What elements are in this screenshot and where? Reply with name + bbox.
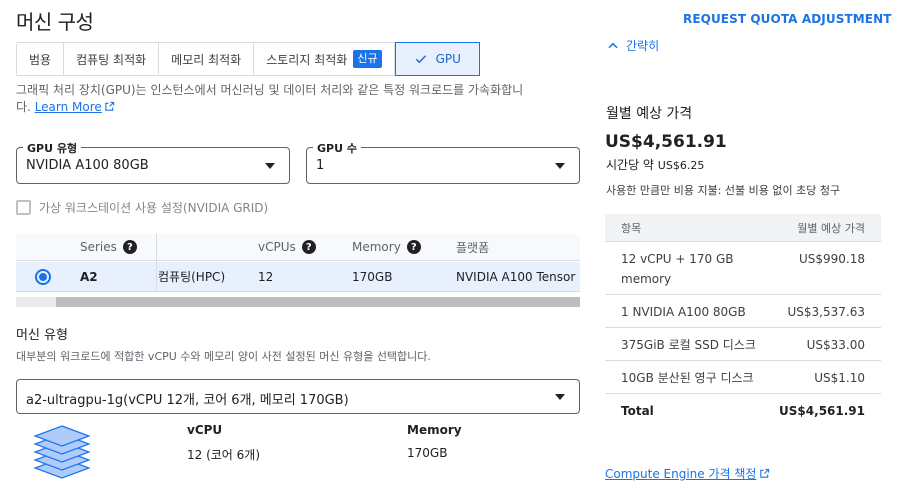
dropdown-arrow-icon: [265, 163, 275, 169]
column-label: Series: [80, 240, 117, 254]
tab-general-purpose[interactable]: 범용: [17, 43, 65, 75]
chevron-up-icon: [608, 42, 618, 48]
memory-cell: 170GB: [352, 269, 393, 284]
column-header-vcpus: vCPUs ?: [258, 234, 316, 260]
spec-memory-label: Memory: [407, 423, 462, 437]
column-label: vCPUs: [258, 240, 296, 254]
machine-type-description: 대부분의 워크로드에 적합한 vCPU 수와 메모리 양이 사전 설정된 머신 …: [16, 350, 431, 363]
virtual-workstation-checkbox[interactable]: [16, 200, 31, 215]
pricing-table-header: 항목 월별 예상 가격: [605, 214, 881, 242]
gpu-type-value: NVIDIA A100 80GB: [26, 158, 149, 173]
machine-type-value: a2-ultragpu-1g(vCPU 12개, 코어 6개, 메모리 170G…: [26, 393, 349, 408]
pricing-row: 10GB 분산된 영구 디스크 US$1.10: [605, 361, 881, 394]
pricing-item-label: 375GiB 로컬 SSD 디스크: [621, 338, 756, 352]
pricing-item-amount: US$33.00: [806, 338, 865, 352]
tab-memory-optimized[interactable]: 메모리 최적화: [159, 43, 255, 75]
external-link-icon: [760, 468, 770, 478]
column-header-estimate: 월별 예상 가격: [797, 221, 865, 235]
column-label: 플랫폼: [456, 240, 490, 255]
machine-family-tabs: 범용 컴퓨팅 최적화 메모리 최적화 스토리지 최적화 신규 GPU: [16, 42, 480, 76]
platform-cell: NVIDIA A100 Tensor: [456, 269, 576, 284]
collapse-toggle[interactable]: 간략히: [606, 37, 659, 54]
machine-type-select[interactable]: a2-ultragpu-1g(vCPU 12개, 코어 6개, 메모리 170G…: [16, 379, 580, 414]
collapse-label: 간략히: [626, 39, 660, 53]
request-quota-link[interactable]: REQUEST QUOTA ADJUSTMENT: [683, 12, 892, 26]
pricing-total-label: Total: [621, 404, 654, 418]
gpu-count-label: GPU 수: [313, 140, 361, 156]
pricing-item-amount: US$990.18: [798, 252, 865, 266]
series-radio[interactable]: [35, 268, 51, 285]
tab-gpu[interactable]: GPU: [394, 42, 480, 76]
series-table-header: Series ? vCPUs ? Memory ? 플랫폼: [16, 234, 580, 261]
page-title: 머신 구성: [16, 10, 94, 34]
spec-vcpu-value: 12 (코어 6개): [187, 448, 261, 462]
check-icon: [415, 55, 426, 64]
hourly-prefix: 시간당 약: [606, 158, 658, 172]
column-header-platform: 플랫폼: [456, 234, 489, 260]
pricing-row: 12 vCPU + 170 GB memory US$990.18: [605, 242, 881, 295]
pricing-total-amount: US$4,561.91: [779, 404, 865, 418]
virtual-workstation-label: 가상 워크스테이션 사용 설정(NVIDIA GRID): [39, 201, 269, 215]
pricing-link-label: Compute Engine 가격 책정: [605, 467, 757, 481]
column-header-series: Series ?: [80, 234, 137, 260]
pricing-item-label: 12 vCPU + 170 GB memory: [621, 252, 734, 286]
gpu-type-select[interactable]: GPU 유형 NVIDIA A100 80GB: [16, 140, 290, 184]
help-icon[interactable]: ?: [406, 240, 421, 254]
gpu-count-select[interactable]: GPU 수 1: [306, 140, 580, 184]
series-cell: A2: [80, 269, 98, 284]
dropdown-arrow-icon: [555, 163, 565, 169]
pricing-title: 월별 예상 가격: [606, 106, 693, 122]
category-cell: 컴퓨팅(HPC): [158, 270, 226, 284]
tab-label: GPU: [435, 52, 461, 66]
vcpus-cell: 12: [258, 269, 274, 284]
column-divider: [156, 234, 157, 291]
learn-more-link[interactable]: Learn More: [35, 100, 115, 114]
tab-label: 범용: [29, 52, 52, 67]
tab-storage-optimized[interactable]: 스토리지 최적화 신규: [254, 43, 395, 75]
learn-more-label: Learn More: [34, 100, 102, 114]
compute-engine-pricing-link[interactable]: Compute Engine 가격 책정: [605, 465, 770, 482]
spec-memory-value: 170GB: [407, 446, 448, 460]
pricing-item-amount: US$1.10: [814, 371, 865, 385]
spec-vcpu-label: vCPU: [187, 423, 223, 437]
pricing-total-row: Total US$4,561.91: [605, 394, 881, 426]
gpu-type-label: GPU 유형: [23, 140, 82, 156]
gpu-count-value: 1: [316, 158, 325, 173]
scrollbar-thumb[interactable]: [56, 297, 580, 307]
pricing-row: 375GiB 로컬 SSD 디스크 US$33.00: [605, 328, 881, 361]
pricing-item-label: 1 NVIDIA A100 80GB: [621, 305, 746, 319]
series-table: Series ? vCPUs ? Memory ? 플랫폼 A2 컴퓨팅(HPC…: [16, 234, 580, 292]
pricing-table: 항목 월별 예상 가격 12 vCPU + 170 GB memory US$9…: [605, 214, 881, 426]
column-label: Memory: [352, 240, 401, 254]
column-header-item: 항목: [621, 221, 642, 235]
tab-label: 스토리지 최적화: [266, 52, 348, 67]
dropdown-arrow-icon: [555, 394, 565, 400]
external-link-icon: [105, 101, 114, 111]
table-row[interactable]: A2 컴퓨팅(HPC) 12 170GB NVIDIA A100 Tensor: [16, 262, 580, 291]
pricing-total: US$4,561.91: [605, 132, 727, 152]
virtual-workstation-option: 가상 워크스테이션 사용 설정(NVIDIA GRID): [16, 199, 268, 216]
gpu-description: 그래픽 처리 장치(GPU)는 인스턴스에서 머신러닝 및 데이터 처리와 같은…: [16, 82, 536, 116]
pricing-note: 사용한 만큼만 비용 지불: 선불 비용 없이 초당 청구: [606, 184, 841, 197]
tab-label: 메모리 최적화: [171, 52, 242, 67]
help-icon[interactable]: ?: [122, 240, 137, 254]
tab-compute-optimized[interactable]: 컴퓨팅 최적화: [64, 43, 160, 75]
new-badge: 신규: [353, 50, 382, 68]
machine-type-title: 머신 유형: [16, 328, 68, 343]
series-radio-cell: [35, 262, 51, 291]
machine-stack-icon: [33, 425, 91, 479]
hourly-value: US$6.25: [657, 159, 705, 172]
column-header-memory: Memory ?: [352, 234, 421, 260]
pricing-item-amount: US$3,537.63: [787, 305, 865, 319]
tab-label: 컴퓨팅 최적화: [76, 52, 147, 67]
help-icon[interactable]: ?: [301, 240, 316, 254]
pricing-item-label: 10GB 분산된 영구 디스크: [621, 371, 754, 385]
pricing-hourly: 시간당 약 US$6.25: [606, 156, 704, 173]
table-horizontal-scrollbar[interactable]: [16, 297, 580, 307]
pricing-row: 1 NVIDIA A100 80GB US$3,537.63: [605, 295, 881, 328]
